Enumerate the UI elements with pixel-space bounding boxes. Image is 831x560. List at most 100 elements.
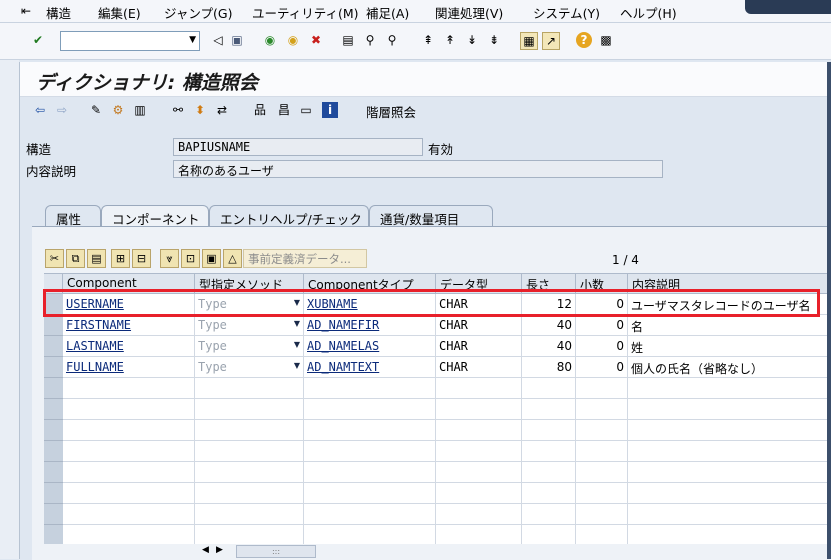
delete-row-icon[interactable]: ⊟: [132, 249, 151, 268]
cell-data-type[interactable]: CHAR: [436, 336, 522, 357]
cell-description[interactable]: ユーザマスタレコードのユーザ名: [628, 294, 831, 315]
insert-row-icon[interactable]: ⊞: [111, 249, 130, 268]
empty-cell[interactable]: [195, 504, 304, 525]
empty-cell[interactable]: [576, 504, 628, 525]
empty-cell[interactable]: [522, 504, 576, 525]
cut-icon[interactable]: ✂: [45, 249, 64, 268]
empty-cell[interactable]: [63, 504, 195, 525]
cell-decimals[interactable]: 0: [576, 315, 628, 336]
empty-cell[interactable]: [576, 399, 628, 420]
cell-data-type[interactable]: CHAR: [436, 294, 522, 315]
row-selector[interactable]: [44, 441, 63, 462]
empty-cell[interactable]: [195, 441, 304, 462]
empty-cell[interactable]: [304, 504, 436, 525]
empty-cell[interactable]: [63, 483, 195, 504]
empty-cell[interactable]: [436, 504, 522, 525]
column-header-decimals[interactable]: 小数: [576, 274, 628, 294]
help-icon[interactable]: ?: [576, 32, 592, 48]
row-selector[interactable]: [44, 336, 63, 357]
empty-cell[interactable]: [628, 462, 831, 483]
empty-cell[interactable]: [63, 462, 195, 483]
empty-cell[interactable]: [522, 378, 576, 399]
empty-cell[interactable]: [304, 378, 436, 399]
empty-cell[interactable]: [522, 441, 576, 462]
empty-cell[interactable]: [304, 420, 436, 441]
cell-component[interactable]: LASTNAME: [63, 336, 195, 357]
menu-system[interactable]: システム(Y): [533, 3, 600, 22]
scroll-right-icon[interactable]: ▶: [216, 545, 223, 555]
empty-cell[interactable]: [522, 462, 576, 483]
empty-cell[interactable]: [522, 420, 576, 441]
column-header-length[interactable]: 長さ: [522, 274, 576, 294]
row-selector[interactable]: [44, 294, 63, 315]
empty-cell[interactable]: [436, 441, 522, 462]
empty-cell[interactable]: [304, 441, 436, 462]
forward-arrow-icon[interactable]: ⇨: [54, 102, 70, 118]
empty-cell[interactable]: [576, 483, 628, 504]
scroll-left-icon[interactable]: ◀: [202, 545, 209, 555]
save-icon[interactable]: ▣: [229, 32, 245, 48]
exit-icon[interactable]: ◉: [285, 32, 301, 48]
chevron-down-icon[interactable]: ▼: [294, 298, 300, 307]
tab-entry-help[interactable]: エントリヘルプ/チェック: [209, 205, 369, 227]
empty-cell[interactable]: [304, 525, 436, 544]
horizontal-scrollbar[interactable]: ◀ ▶ :::: [196, 545, 831, 559]
chevron-down-icon[interactable]: ▼: [294, 340, 300, 349]
menu-extras[interactable]: 補足(A): [366, 3, 409, 22]
empty-cell[interactable]: [195, 420, 304, 441]
shortcut-icon[interactable]: ↗: [542, 32, 560, 50]
where-used-icon[interactable]: ⚯: [170, 102, 186, 118]
chevron-down-icon[interactable]: ▼: [294, 319, 300, 328]
cell-component-type[interactable]: AD_NAMEFIR: [304, 315, 436, 336]
cell-decimals[interactable]: 0: [576, 357, 628, 378]
empty-cell[interactable]: [628, 399, 831, 420]
cell-length[interactable]: 40: [522, 315, 576, 336]
menu-structure[interactable]: 構造: [46, 3, 71, 22]
empty-cell[interactable]: [304, 462, 436, 483]
row-selector[interactable]: [44, 357, 63, 378]
empty-cell[interactable]: [576, 441, 628, 462]
cell-component-type[interactable]: AD_NAMTEXT: [304, 357, 436, 378]
sort-icon[interactable]: ⩔: [160, 249, 179, 268]
cancel-icon[interactable]: ✖: [308, 32, 324, 48]
paste-icon[interactable]: ▤: [87, 249, 106, 268]
cell-length[interactable]: 12: [522, 294, 576, 315]
column-header-component-type[interactable]: Componentタイプ: [304, 274, 436, 294]
empty-cell[interactable]: [628, 483, 831, 504]
cell-component[interactable]: FULLNAME: [63, 357, 195, 378]
technical-settings-icon[interactable]: ▭: [298, 102, 314, 118]
window-controls[interactable]: [745, 0, 831, 14]
layout-menu-icon[interactable]: ▩: [598, 32, 614, 48]
insert-structure-icon[interactable]: ⊡: [181, 249, 200, 268]
empty-cell[interactable]: [195, 399, 304, 420]
cell-type-method[interactable]: Type ▼: [195, 294, 304, 315]
empty-cell[interactable]: [628, 420, 831, 441]
predefined-data-button[interactable]: 事前定義済データ...: [243, 249, 367, 268]
empty-cell[interactable]: [304, 483, 436, 504]
first-page-icon[interactable]: ⇞: [420, 32, 436, 48]
empty-cell[interactable]: [63, 420, 195, 441]
scroll-thumb[interactable]: :::: [236, 545, 316, 558]
chevron-down-icon[interactable]: ▼: [294, 361, 300, 370]
menu-environment[interactable]: 関連処理(V): [435, 3, 503, 22]
column-header-type-method[interactable]: 型指定メソッド: [195, 274, 304, 294]
empty-cell[interactable]: [436, 462, 522, 483]
select-block-icon[interactable]: ▣: [202, 249, 221, 268]
column-header-component[interactable]: Component: [63, 274, 195, 294]
row-selector[interactable]: [44, 378, 63, 399]
description-field[interactable]: 名称のあるユーザ: [173, 160, 663, 178]
object-list-icon[interactable]: ▥: [132, 102, 148, 118]
tab-currency-quantity[interactable]: 通貨/数量項目: [369, 205, 493, 227]
row-selector[interactable]: [44, 315, 63, 336]
empty-cell[interactable]: [522, 525, 576, 544]
empty-cell[interactable]: [63, 378, 195, 399]
empty-cell[interactable]: [628, 378, 831, 399]
empty-cell[interactable]: [522, 483, 576, 504]
activate-icon[interactable]: ⚙: [110, 102, 126, 118]
back-arrow-icon[interactable]: ◁: [210, 32, 226, 48]
empty-cell[interactable]: [576, 420, 628, 441]
cell-decimals[interactable]: 0: [576, 336, 628, 357]
empty-cell[interactable]: [576, 462, 628, 483]
empty-cell[interactable]: [628, 441, 831, 462]
row-selector[interactable]: [44, 420, 63, 441]
